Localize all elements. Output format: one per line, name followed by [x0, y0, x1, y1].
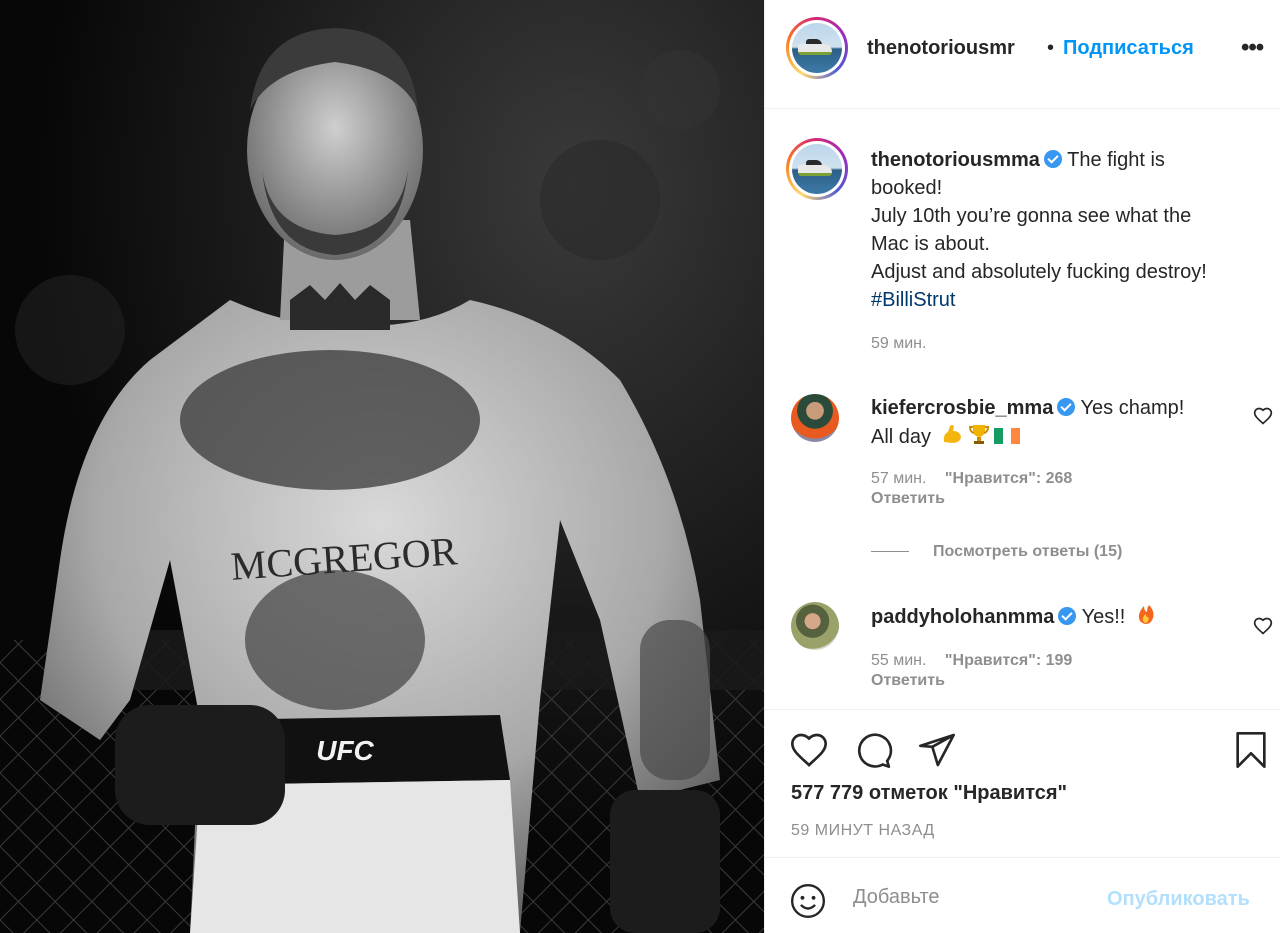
heart-icon[interactable]: [789, 730, 829, 775]
caption-line: Mac is about.: [871, 233, 990, 255]
comment-username[interactable]: paddyholohanmma: [871, 606, 1054, 628]
caption-line: Adjust and absolutely fucking destroy!: [871, 261, 1207, 283]
comment-heart-icon[interactable]: [1253, 406, 1273, 431]
caption-time[interactable]: 59 мин.: [871, 335, 926, 353]
verified-badge-icon: [1058, 607, 1077, 625]
flexed-biceps-icon: [940, 422, 964, 454]
more-dots-icon[interactable]: •••: [1241, 34, 1264, 62]
caption-text: thenotoriousmma The fight is booked! Jul…: [871, 146, 1276, 314]
fire-icon: [1134, 602, 1158, 634]
caption-avatar[interactable]: [786, 138, 848, 200]
comment-heart-icon[interactable]: [1253, 616, 1273, 641]
comment-avatar[interactable]: [791, 394, 839, 442]
view-replies-button[interactable]: Посмотреть ответы (15): [871, 543, 1122, 561]
comment-icon[interactable]: [853, 730, 893, 775]
view-replies-label: Посмотреть ответы (15): [933, 543, 1123, 560]
comment-meta: 57 мин. "Нравится": 268: [871, 470, 1072, 488]
posted-time[interactable]: 59 МИНУТ НАЗАД: [791, 822, 935, 840]
post-actions: 577 779 отметок "Нравится" 59 МИНУТ НАЗА…: [765, 709, 1280, 857]
bookmark-icon[interactable]: [1231, 730, 1271, 775]
share-icon[interactable]: [917, 730, 957, 775]
reply-button[interactable]: Ответить: [871, 490, 945, 508]
verified-badge-icon: [1057, 398, 1076, 416]
comment-meta: 55 мин. "Нравится": 199: [871, 652, 1072, 670]
reply-button[interactable]: Ответить: [871, 672, 945, 690]
comment-avatar[interactable]: [791, 602, 839, 650]
trophy-icon: [967, 422, 991, 454]
post-header: thenotoriousmr • Подписаться •••: [765, 0, 1280, 109]
follow-button[interactable]: Подписаться: [1063, 37, 1194, 60]
comment-likes[interactable]: "Нравится": 268: [945, 470, 1072, 487]
comment-text: paddyholohanmma Yes!!: [871, 602, 1241, 634]
hashtag-link[interactable]: #BilliStrut: [871, 289, 955, 311]
post-side-panel: thenotoriousmr • Подписаться ••• thenoto…: [764, 0, 1280, 933]
comment-text: kiefercrosbie_mma Yes champ! All day: [871, 394, 1241, 454]
comment-time[interactable]: 57 мин.: [871, 470, 926, 487]
caption-line: booked!: [871, 177, 943, 199]
verified-badge-icon: [1043, 150, 1062, 168]
author-username[interactable]: thenotoriousmr: [867, 37, 1015, 60]
replies-divider: [871, 551, 909, 553]
shorts-logo: UFC: [316, 735, 374, 766]
ireland-flag-icon: [993, 426, 1020, 454]
comment-likes[interactable]: "Нравится": 199: [945, 652, 1072, 669]
author-avatar[interactable]: [786, 17, 848, 79]
comment-time[interactable]: 55 мин.: [871, 652, 926, 669]
comment-body: Yes champ!: [1080, 397, 1185, 419]
likes-count[interactable]: 577 779 отметок "Нравится": [791, 782, 1067, 805]
publish-button[interactable]: Опубликовать: [1107, 888, 1250, 911]
caption-line: July 10th you’re gonna see what the: [871, 205, 1192, 227]
comment-body-line2: All day: [871, 426, 932, 448]
fighter-image: MCGREGOR UFC: [0, 0, 764, 933]
separator-dot: •: [1047, 37, 1055, 59]
comment-username[interactable]: kiefercrosbie_mma: [871, 397, 1053, 419]
emoji-icon[interactable]: [789, 882, 827, 925]
comment-body: Yes!!: [1081, 606, 1126, 628]
add-comment-bar: Опубликовать: [765, 857, 1280, 933]
caption-line: The fight is: [1067, 149, 1165, 171]
post-photo[interactable]: MCGREGOR UFC: [0, 0, 764, 933]
caption-username[interactable]: thenotoriousmma: [871, 149, 1040, 171]
